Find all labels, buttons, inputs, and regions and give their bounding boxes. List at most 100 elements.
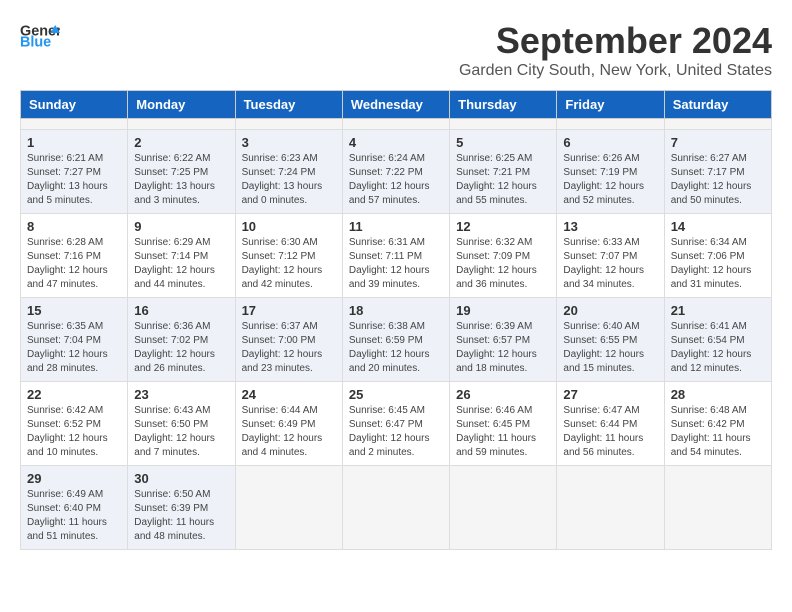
calendar-row: 1Sunrise: 6:21 AMSunset: 7:27 PMDaylight… <box>21 130 772 214</box>
day-info: Sunrise: 6:24 AMSunset: 7:22 PMDaylight:… <box>349 152 443 208</box>
calendar-row <box>21 119 772 130</box>
table-cell: 10 Sunrise: 6:30 AMSunset: 7:12 PMDayligh… <box>235 214 342 298</box>
table-cell: 3 Sunrise: 6:23 AMSunset: 7:24 PMDaylight… <box>235 130 342 214</box>
col-monday: Monday <box>128 91 235 119</box>
day-number: 10 <box>242 219 336 234</box>
day-number: 29 <box>27 471 121 486</box>
day-number: 1 <box>27 135 121 150</box>
table-cell: 21 Sunrise: 6:41 AMSunset: 6:54 PMDayligh… <box>664 298 771 382</box>
day-info: Sunrise: 6:30 AMSunset: 7:12 PMDaylight:… <box>242 236 336 292</box>
day-info: Sunrise: 6:33 AMSunset: 7:07 PMDaylight:… <box>563 236 657 292</box>
day-info: Sunrise: 6:22 AMSunset: 7:25 PMDaylight:… <box>134 152 228 208</box>
day-number: 22 <box>27 387 121 402</box>
col-sunday: Sunday <box>21 91 128 119</box>
table-cell <box>128 119 235 130</box>
day-number: 12 <box>456 219 550 234</box>
day-number: 16 <box>134 303 228 318</box>
table-cell: 15 Sunrise: 6:35 AMSunset: 7:04 PMDayligh… <box>21 298 128 382</box>
day-info: Sunrise: 6:23 AMSunset: 7:24 PMDaylight:… <box>242 152 336 208</box>
col-wednesday: Wednesday <box>342 91 449 119</box>
day-info: Sunrise: 6:48 AMSunset: 6:42 PMDaylight:… <box>671 404 765 460</box>
table-cell: 12Sunrise: 6:32 AMSunset: 7:09 PMDayligh… <box>450 214 557 298</box>
day-info: Sunrise: 6:31 AMSunset: 7:11 PMDaylight:… <box>349 236 443 292</box>
table-cell <box>664 119 771 130</box>
calendar-table: Sunday Monday Tuesday Wednesday Thursday… <box>20 90 772 550</box>
table-cell <box>235 119 342 130</box>
day-number: 18 <box>349 303 443 318</box>
day-number: 9 <box>134 219 228 234</box>
day-number: 17 <box>242 303 336 318</box>
day-info: Sunrise: 6:43 AMSunset: 6:50 PMDaylight:… <box>134 404 228 460</box>
day-number: 23 <box>134 387 228 402</box>
table-cell: 9 Sunrise: 6:29 AMSunset: 7:14 PMDaylight… <box>128 214 235 298</box>
day-info: Sunrise: 6:36 AMSunset: 7:02 PMDaylight:… <box>134 320 228 376</box>
col-tuesday: Tuesday <box>235 91 342 119</box>
day-info: Sunrise: 6:49 AMSunset: 6:40 PMDaylight:… <box>27 488 121 544</box>
day-number: 24 <box>242 387 336 402</box>
table-cell: 18Sunrise: 6:38 AMSunset: 6:59 PMDayligh… <box>342 298 449 382</box>
calendar-row: 8 Sunrise: 6:28 AMSunset: 7:16 PMDaylight… <box>21 214 772 298</box>
day-number: 4 <box>349 135 443 150</box>
day-number: 19 <box>456 303 550 318</box>
table-cell: 23 Sunrise: 6:43 AMSunset: 6:50 PMDayligh… <box>128 382 235 466</box>
day-info: Sunrise: 6:40 AMSunset: 6:55 PMDaylight:… <box>563 320 657 376</box>
table-cell: 11Sunrise: 6:31 AMSunset: 7:11 PMDayligh… <box>342 214 449 298</box>
day-info: Sunrise: 6:45 AMSunset: 6:47 PMDaylight:… <box>349 404 443 460</box>
table-cell: 24Sunrise: 6:44 AMSunset: 6:49 PMDayligh… <box>235 382 342 466</box>
svg-text:Blue: Blue <box>20 35 51 50</box>
day-number: 27 <box>563 387 657 402</box>
table-cell: 4 Sunrise: 6:24 AMSunset: 7:22 PMDaylight… <box>342 130 449 214</box>
day-number: 7 <box>671 135 765 150</box>
location-title: Garden City South, New York, United Stat… <box>459 62 772 80</box>
day-info: Sunrise: 6:46 AMSunset: 6:45 PMDaylight:… <box>456 404 550 460</box>
table-cell <box>342 466 449 550</box>
table-cell <box>450 466 557 550</box>
day-number: 8 <box>27 219 121 234</box>
day-info: Sunrise: 6:26 AMSunset: 7:19 PMDaylight:… <box>563 152 657 208</box>
table-cell: 27 Sunrise: 6:47 AMSunset: 6:44 PMDayligh… <box>557 382 664 466</box>
col-friday: Friday <box>557 91 664 119</box>
table-cell: 1Sunrise: 6:21 AMSunset: 7:27 PMDaylight… <box>21 130 128 214</box>
table-cell: 19Sunrise: 6:39 AMSunset: 6:57 PMDayligh… <box>450 298 557 382</box>
day-number: 20 <box>563 303 657 318</box>
table-cell: 28Sunrise: 6:48 AMSunset: 6:42 PMDayligh… <box>664 382 771 466</box>
day-info: Sunrise: 6:35 AMSunset: 7:04 PMDaylight:… <box>27 320 121 376</box>
day-number: 25 <box>349 387 443 402</box>
day-info: Sunrise: 6:27 AMSunset: 7:17 PMDaylight:… <box>671 152 765 208</box>
day-number: 5 <box>456 135 550 150</box>
table-cell: 16 Sunrise: 6:36 AMSunset: 7:02 PMDayligh… <box>128 298 235 382</box>
col-saturday: Saturday <box>664 91 771 119</box>
calendar-row: 29 Sunrise: 6:49 AMSunset: 6:40 PMDayligh… <box>21 466 772 550</box>
calendar-row: 22Sunrise: 6:42 AMSunset: 6:52 PMDayligh… <box>21 382 772 466</box>
table-cell: 13Sunrise: 6:33 AMSunset: 7:07 PMDayligh… <box>557 214 664 298</box>
day-number: 3 <box>242 135 336 150</box>
title-section: September 2024 Garden City South, New Yo… <box>459 20 772 80</box>
table-cell: 7 Sunrise: 6:27 AMSunset: 7:17 PMDaylight… <box>664 130 771 214</box>
month-title: September 2024 <box>459 20 772 62</box>
table-cell: 26Sunrise: 6:46 AMSunset: 6:45 PMDayligh… <box>450 382 557 466</box>
table-cell: 29 Sunrise: 6:49 AMSunset: 6:40 PMDayligh… <box>21 466 128 550</box>
table-cell <box>557 466 664 550</box>
day-number: 21 <box>671 303 765 318</box>
day-info: Sunrise: 6:47 AMSunset: 6:44 PMDaylight:… <box>563 404 657 460</box>
day-number: 15 <box>27 303 121 318</box>
day-info: Sunrise: 6:34 AMSunset: 7:06 PMDaylight:… <box>671 236 765 292</box>
day-info: Sunrise: 6:37 AMSunset: 7:00 PMDaylight:… <box>242 320 336 376</box>
table-cell: 20 Sunrise: 6:40 AMSunset: 6:55 PMDayligh… <box>557 298 664 382</box>
day-info: Sunrise: 6:41 AMSunset: 6:54 PMDaylight:… <box>671 320 765 376</box>
col-thursday: Thursday <box>450 91 557 119</box>
table-cell: 6 Sunrise: 6:26 AMSunset: 7:19 PMDaylight… <box>557 130 664 214</box>
table-cell <box>450 119 557 130</box>
day-info: Sunrise: 6:28 AMSunset: 7:16 PMDaylight:… <box>27 236 121 292</box>
day-info: Sunrise: 6:29 AMSunset: 7:14 PMDaylight:… <box>134 236 228 292</box>
day-number: 6 <box>563 135 657 150</box>
day-info: Sunrise: 6:50 AMSunset: 6:39 PMDaylight:… <box>134 488 228 544</box>
page-header: General Blue September 2024 Garden City … <box>20 20 772 80</box>
table-cell: 30 Sunrise: 6:50 AMSunset: 6:39 PMDayligh… <box>128 466 235 550</box>
table-cell <box>235 466 342 550</box>
calendar-row: 15 Sunrise: 6:35 AMSunset: 7:04 PMDayligh… <box>21 298 772 382</box>
day-number: 2 <box>134 135 228 150</box>
logo: General Blue <box>20 20 60 50</box>
day-number: 30 <box>134 471 228 486</box>
logo-icon: General Blue <box>20 20 60 50</box>
